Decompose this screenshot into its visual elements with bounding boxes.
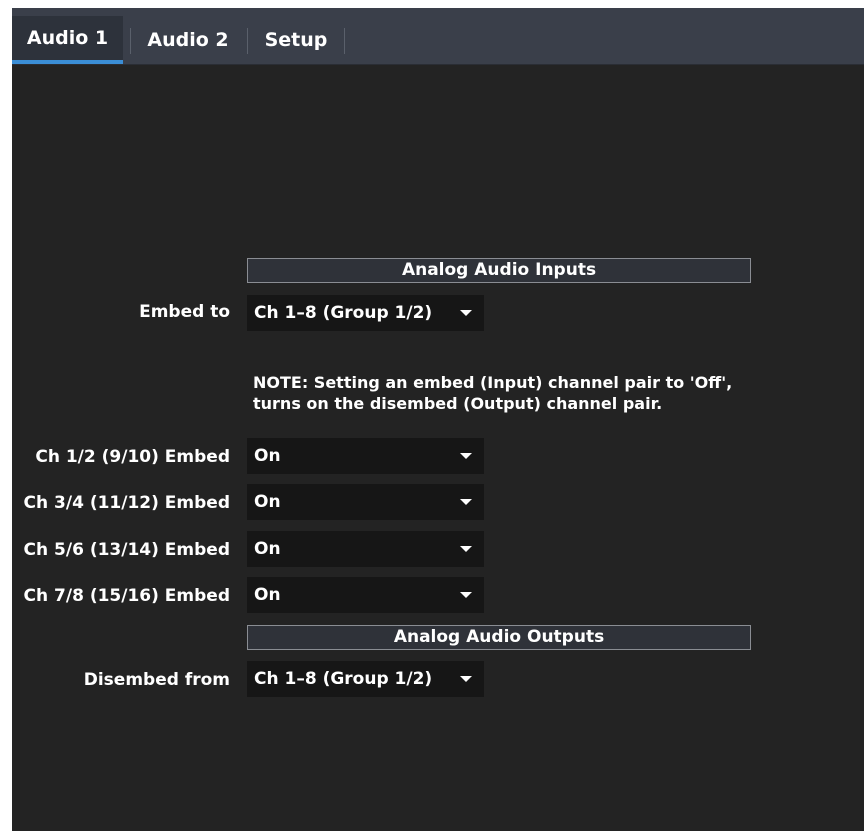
ch-1-2-embed-value: On bbox=[254, 446, 281, 466]
analog-audio-outputs-header: Analog Audio Outputs bbox=[247, 625, 751, 650]
analog-audio-inputs-header: Analog Audio Inputs bbox=[247, 258, 751, 283]
caret-down-icon bbox=[460, 676, 472, 682]
embed-note: NOTE: Setting an embed (Input) channel p… bbox=[253, 373, 733, 413]
caret-down-icon bbox=[460, 310, 472, 316]
caret-down-icon bbox=[460, 453, 472, 459]
disembed-from-dropdown[interactable]: Ch 1–8 (Group 1/2) bbox=[247, 661, 484, 697]
ch-7-8-embed-dropdown[interactable]: On bbox=[247, 577, 484, 613]
tab-audio-1[interactable]: Audio 1 bbox=[12, 16, 123, 64]
ch-1-2-embed-dropdown[interactable]: On bbox=[247, 438, 484, 474]
caret-down-icon bbox=[460, 546, 472, 552]
caret-down-icon bbox=[460, 592, 472, 598]
embed-to-label: Embed to bbox=[139, 302, 230, 322]
ch-3-4-embed-dropdown[interactable]: On bbox=[247, 484, 484, 520]
app-window: Audio 1 Audio 2 Setup Analog Audio Input… bbox=[12, 8, 864, 831]
embed-to-value: Ch 1–8 (Group 1/2) bbox=[254, 303, 433, 323]
channel-label: Ch 3/4 (11/12) Embed bbox=[23, 493, 230, 513]
ch-5-6-embed-dropdown[interactable]: On bbox=[247, 531, 484, 567]
caret-down-icon bbox=[460, 499, 472, 505]
tab-audio-2[interactable]: Audio 2 bbox=[131, 16, 245, 64]
disembed-from-value: Ch 1–8 (Group 1/2) bbox=[254, 669, 433, 689]
embed-to-dropdown[interactable]: Ch 1–8 (Group 1/2) bbox=[247, 295, 484, 331]
tab-setup[interactable]: Setup bbox=[248, 16, 344, 64]
ch-5-6-embed-value: On bbox=[254, 539, 281, 559]
ch-7-8-embed-value: On bbox=[254, 585, 281, 605]
channel-label: Ch 7/8 (15/16) Embed bbox=[23, 586, 230, 606]
tab-divider bbox=[344, 28, 345, 54]
tab-bar: Audio 1 Audio 2 Setup bbox=[12, 8, 864, 65]
channel-label: Ch 1/2 (9/10) Embed bbox=[35, 447, 230, 467]
disembed-from-label: Disembed from bbox=[83, 670, 230, 690]
ch-3-4-embed-value: On bbox=[254, 492, 281, 512]
channel-label: Ch 5/6 (13/14) Embed bbox=[23, 540, 230, 560]
